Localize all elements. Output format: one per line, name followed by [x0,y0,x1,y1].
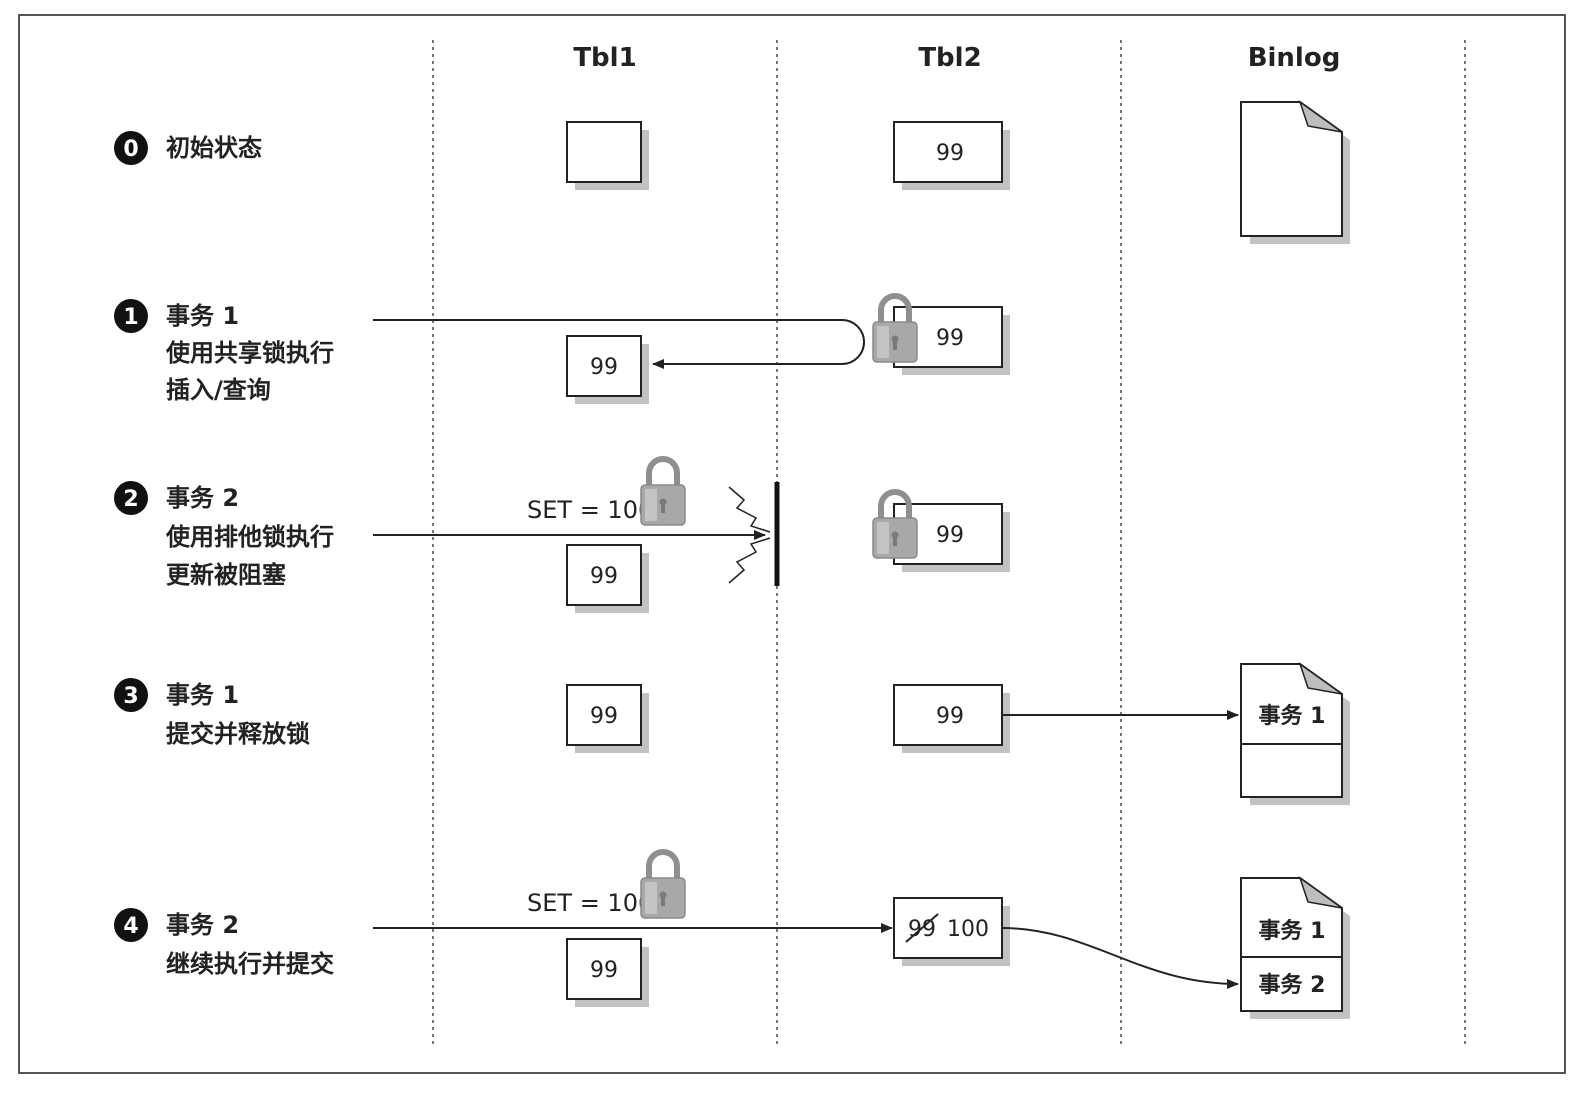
step-4: 4 事务 2 继续执行并提交 [114,908,334,978]
step-1: 1 事务 1 使用共享锁执行 插入/查询 [114,299,334,404]
s3-tbl1-cell: 99 [566,684,649,753]
s3-tbl2-cell: 99 [893,684,1010,753]
step-label-line: 初始状态 [166,134,262,162]
lock-sequence-diagram: Tbl1 Tbl2 Binlog 0 初始状态 1 事务 1 使用共享锁执行 插… [18,14,1566,1074]
step-number: 1 [123,305,138,330]
diagram-stage: Tbl1 Tbl2 Binlog 0 初始状态 1 事务 1 使用共享锁执行 插… [0,0,1584,1097]
padlock-icon [641,852,685,918]
cell-value: 99 [936,326,964,351]
cell-value: 99 [936,523,964,548]
s0-binlog-document-icon [1240,100,1350,244]
s4-set-label: SET = 100 [527,889,653,917]
step-number: 0 [123,137,138,162]
step-label-line: 事务 2 [166,911,239,939]
padlock-icon [873,492,917,558]
step-label-line: 插入/查询 [166,376,271,404]
step-label-line: 提交并释放锁 [166,720,310,748]
column-header-tbl1: Tbl1 [573,43,636,73]
cell-value: 99 [936,141,964,166]
column-header-binlog: Binlog [1248,43,1341,73]
s4-tbl1-cell: 99 [566,938,649,1007]
cell-value: 99 [590,958,618,983]
binlog-entry: 事务 1 [1259,703,1326,729]
binlog-entry: 事务 2 [1259,972,1326,998]
step-label-line: 更新被阻塞 [166,561,286,589]
new-value: 100 [947,917,989,942]
step-2: 2 事务 2 使用排他锁执行 更新被阻塞 [114,481,334,589]
s4-tbl2-cell: 99 100 [893,897,1010,966]
step-label-line: 事务 2 [166,484,239,512]
step-label-line: 事务 1 [166,681,239,709]
cell-value: 99 [590,355,618,380]
step-0: 0 初始状态 [114,131,262,165]
s4-binlog-document-icon: 事务 1 事务 2 [1240,876,1350,1019]
s3-binlog-document-icon: 事务 1 [1240,662,1350,805]
padlock-icon [873,296,917,362]
column-header-tbl2: Tbl2 [918,43,981,73]
s1-tbl1-cell: 99 [566,335,649,404]
step-number: 4 [123,914,138,939]
cell-value: 99 [936,704,964,729]
step-number: 3 [123,684,138,709]
s2-tbl1-cell: 99 [566,544,649,613]
step-label-line: 使用共享锁执行 [165,339,334,367]
cell-value: 99 [590,564,618,589]
step-number: 2 [123,487,138,512]
padlock-icon [641,459,685,525]
cell-value: 99 [590,704,618,729]
step-label-line: 继续执行并提交 [166,950,334,978]
step-label-line: 事务 1 [166,302,239,330]
step-label-line: 使用排他锁执行 [165,523,334,551]
s2-set-label: SET = 100 [527,496,653,524]
binlog-entry: 事务 1 [1259,918,1326,944]
s0-tbl2-cell: 99 [893,121,1010,190]
s0-tbl1-cell [566,121,649,190]
step-3: 3 事务 1 提交并释放锁 [114,678,310,748]
